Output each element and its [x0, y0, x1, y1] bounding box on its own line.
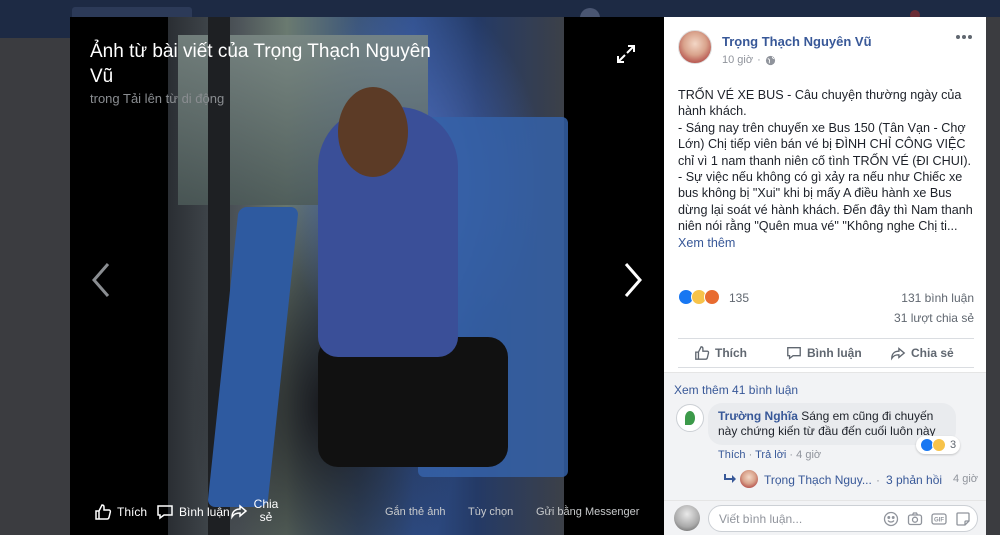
expand-icon[interactable]: [615, 43, 637, 65]
comment-like-link[interactable]: Thích: [718, 449, 746, 461]
post-time-label: 10 giờ: [722, 54, 754, 66]
globe-icon: [765, 55, 775, 65]
leaf-icon: [685, 411, 695, 425]
viewer-share-label: Chia sẻ: [253, 497, 279, 524]
post-paragraph-text: - Sự việc nếu không có gì xảy ra nếu như…: [678, 170, 973, 234]
like-button[interactable]: Thích: [694, 345, 747, 361]
share-icon: [891, 347, 906, 361]
comments-section: Xem thêm 41 bình luận Trường Nghĩa Sáng …: [664, 372, 986, 500]
viewer-action-bar: Thích Bình luận Chia sẻ Gắn thẻ ảnh Tùy …: [70, 495, 664, 535]
comment-composer: Viết bình luận... GIF: [664, 500, 986, 535]
comment-button[interactable]: Bình luận: [786, 345, 862, 361]
comment-label: Bình luận: [807, 346, 862, 360]
post-action-row: Thích Bình luận Chia sẻ: [678, 338, 974, 368]
comment-reply-link[interactable]: Trả lời: [755, 449, 786, 461]
viewer-comment-label: Bình luận: [179, 505, 230, 519]
comment-actions: Thích · Trả lời · 4 giờ: [718, 449, 821, 461]
camera-icon[interactable]: [907, 511, 923, 527]
sticker-icon[interactable]: [955, 511, 971, 527]
post-paragraph: TRỐN VÉ XE BUS - Câu chuyện thường ngày …: [678, 88, 962, 119]
options-link[interactable]: Tùy chọn: [468, 506, 513, 518]
viewer-share-button[interactable]: Chia sẻ: [230, 498, 279, 524]
svg-text:GIF: GIF: [934, 518, 944, 524]
tag-photo-link[interactable]: Gắn thẻ ảnh: [385, 506, 446, 518]
reply-thread[interactable]: Trọng Thạch Nguy... · 3 phản hồi 4 giờ: [724, 470, 978, 490]
overlay-margin: [986, 17, 1000, 535]
view-more-comments-link[interactable]: Xem thêm 41 bình luận: [674, 383, 798, 397]
post-paragraph: - Sáng nay trên chuyến xe Bus 150 (Tân V…: [678, 120, 972, 168]
post-photo: [168, 17, 568, 535]
next-photo-icon[interactable]: [618, 260, 646, 300]
reaction-icons[interactable]: [678, 289, 720, 305]
emoji-icon[interactable]: [883, 511, 899, 527]
share-label: Chia sẻ: [911, 346, 954, 360]
viewer-title: Ảnh từ bài viết của Trọng Thạch Nguyên V…: [90, 41, 431, 87]
shares-count[interactable]: 31 lượt chia sẻ: [894, 311, 974, 325]
reply-arrow-icon: [724, 474, 736, 483]
thumbs-up-icon: [695, 346, 710, 360]
reaction-count[interactable]: 135: [729, 291, 749, 305]
comment-author[interactable]: Trường Nghĩa: [718, 409, 798, 423]
post-header: Trọng Thạch Nguyên Vũ 10 giờ ·: [664, 17, 986, 77]
photo-viewer: Ảnh từ bài viết của Trọng Thạch Nguyên V…: [70, 17, 664, 535]
album-link[interactable]: Tải lên từ di động: [123, 91, 224, 106]
post-panel: Trọng Thạch Nguyên Vũ 10 giờ · TRỐN VÉ X…: [664, 17, 986, 535]
reply-separator: ·: [876, 473, 880, 487]
wow-reaction-icon: [932, 438, 946, 452]
viewer-comment-button[interactable]: Bình luận: [156, 503, 230, 521]
like-label: Thích: [715, 346, 747, 360]
author-avatar[interactable]: [678, 30, 712, 64]
photo-head: [338, 87, 408, 177]
viewer-like-button[interactable]: Thích: [94, 503, 147, 521]
previous-photo-icon[interactable]: [88, 260, 116, 300]
comment-reactions[interactable]: 3: [916, 436, 961, 454]
reply-author: Trọng Thạch Nguy...: [764, 473, 872, 487]
thumbs-up-icon: [95, 504, 112, 520]
separator-dot: ·: [757, 54, 761, 66]
viewer-like-label: Thích: [117, 505, 148, 519]
post-body: TRỐN VÉ XE BUS - Câu chuyện thường ngày …: [678, 87, 978, 251]
post-paragraph: - Sự việc nếu không có gì xảy ra nếu như…: [678, 169, 978, 251]
reply-time: 4 giờ: [953, 473, 978, 485]
comment-reaction-count: 3: [950, 439, 957, 451]
post-author[interactable]: Trọng Thạch Nguyên Vũ: [722, 34, 872, 49]
viewer-subtitle: trong Tải lên từ di động: [90, 91, 224, 106]
post-time[interactable]: 10 giờ ·: [722, 54, 776, 66]
reply-author-avatar: [740, 470, 758, 488]
more-options-icon[interactable]: [954, 31, 974, 43]
comment-icon: [157, 505, 173, 520]
angry-reaction-icon: [704, 289, 720, 305]
viewer-subtitle-prefix: trong: [90, 91, 124, 106]
reply-count: 3 phản hồi: [886, 473, 943, 487]
reactions-summary: 135 131 bình luận 31 lượt chia sẻ: [678, 289, 974, 325]
comment-icon: [787, 347, 801, 360]
comment-input-placeholder: Viết bình luận...: [719, 512, 803, 526]
send-messenger-link[interactable]: Gửi bằng Messenger: [536, 506, 639, 518]
composer-icons: GIF: [883, 511, 971, 527]
commenter-avatar[interactable]: [676, 404, 704, 432]
comment-time[interactable]: 4 giờ: [796, 449, 821, 461]
gif-icon[interactable]: GIF: [931, 511, 947, 527]
comments-count[interactable]: 131 bình luận: [901, 291, 974, 305]
share-button[interactable]: Chia sẻ: [890, 345, 954, 361]
see-more-link[interactable]: Xem thêm: [678, 236, 735, 250]
current-user-avatar: [674, 505, 700, 531]
comment-input[interactable]: Viết bình luận... GIF: [708, 505, 978, 532]
share-icon: [231, 504, 248, 520]
